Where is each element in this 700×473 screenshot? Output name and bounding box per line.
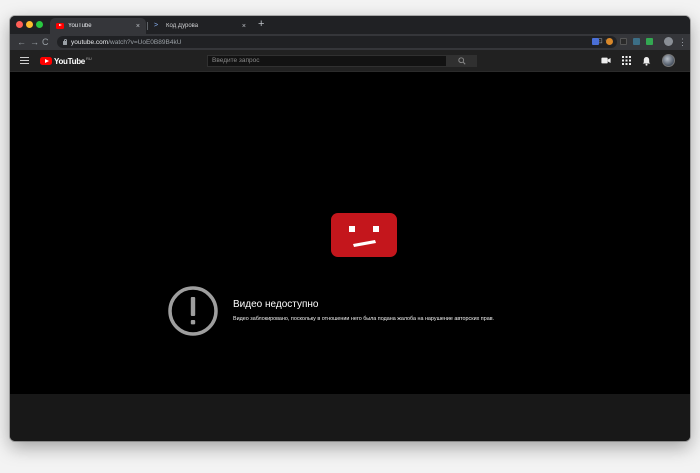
user-avatar[interactable]: [662, 54, 675, 67]
new-tab-button[interactable]: +: [258, 19, 264, 30]
back-button[interactable]: ←: [17, 36, 26, 48]
search-button[interactable]: [447, 55, 477, 67]
logo-region: RU: [85, 55, 92, 61]
tab-youtube[interactable]: YouTube ×: [50, 18, 146, 34]
browser-window: YouTube × > Код Дурова × + ← → C youtube…: [10, 16, 690, 441]
kod-durova-favicon-icon: >: [154, 22, 159, 29]
address-bar[interactable]: youtube.com/watch?v=UoE0B89B4kU ⊡ ☆: [57, 36, 617, 48]
tab-title: YouTube: [68, 23, 92, 29]
youtube-play-logo-icon: [40, 56, 52, 66]
exclamation-icon: [168, 286, 218, 336]
forward-button[interactable]: →: [30, 36, 39, 48]
video-player[interactable]: Видео недоступно Видео заблокировано, по…: [10, 72, 690, 394]
browser-profile-avatar[interactable]: [664, 37, 673, 46]
tab-kod-durova[interactable]: > Код Дурова ×: [148, 18, 252, 34]
browser-menu-icon[interactable]: ⋮: [678, 36, 687, 48]
search-icon: [458, 57, 466, 65]
sad-tv-icon: [331, 213, 397, 257]
maximize-window-button[interactable]: [36, 21, 43, 28]
below-player-area: [10, 394, 690, 441]
video-unavailable-message: Видео недоступно Видео заблокировано, по…: [167, 285, 547, 337]
tab-close-icon[interactable]: ×: [136, 23, 140, 30]
extension-icon[interactable]: [633, 38, 640, 45]
create-video-icon[interactable]: [601, 56, 611, 65]
hamburger-menu-icon[interactable]: [20, 57, 29, 65]
tab-close-icon[interactable]: ×: [242, 23, 246, 30]
minimize-window-button[interactable]: [26, 21, 33, 28]
error-title: Видео недоступно: [233, 299, 319, 310]
browser-toolbar: ← → C youtube.com/watch?v=UoE0B89B4kU ⊡ …: [10, 34, 690, 50]
notifications-bell-icon[interactable]: [642, 56, 651, 66]
reload-button[interactable]: C: [42, 36, 49, 48]
url-host: youtube.com: [71, 38, 109, 46]
tab-title: Код Дурова: [166, 23, 199, 29]
url-path: /watch?v=UoE0B89B4kU: [108, 38, 182, 46]
tab-strip: YouTube × > Код Дурова × +: [10, 16, 690, 34]
extension-icon[interactable]: [646, 38, 653, 45]
close-window-button[interactable]: [16, 21, 23, 28]
extension-icon[interactable]: [592, 38, 599, 45]
apps-grid-icon[interactable]: [622, 56, 631, 65]
search-input[interactable]: Введите запрос: [207, 55, 447, 67]
lock-icon: [63, 39, 67, 45]
youtube-favicon-icon: [56, 23, 64, 29]
error-description: Видео заблокировано, поскольку в отношен…: [233, 316, 495, 322]
logo-text: YouTube: [54, 56, 85, 66]
extension-icon[interactable]: [606, 38, 613, 45]
extension-icon[interactable]: [620, 38, 627, 45]
youtube-logo[interactable]: YouTube RU: [40, 56, 92, 66]
youtube-masthead: YouTube RU Введите запрос: [10, 50, 690, 72]
